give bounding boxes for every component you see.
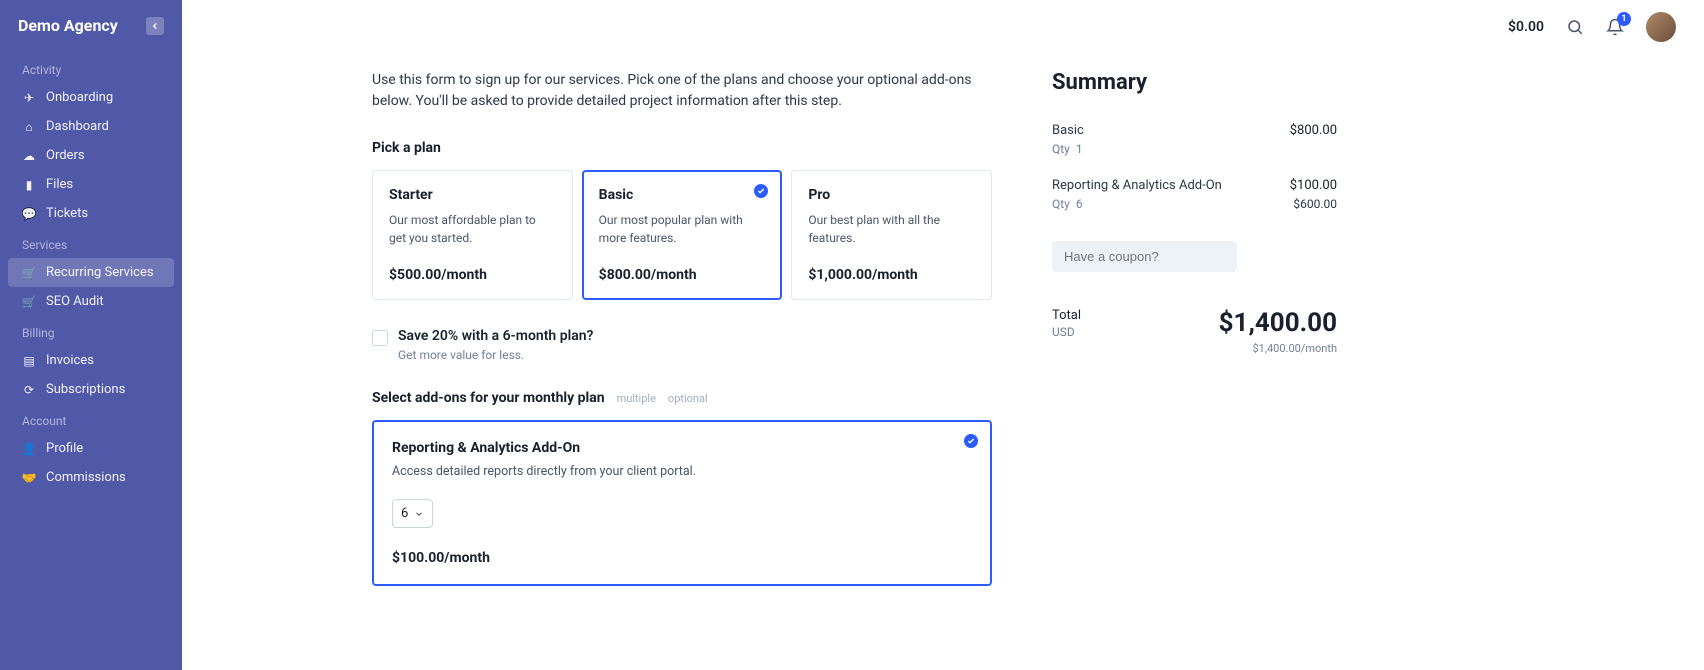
plan-name: Pro — [808, 187, 975, 203]
plan-name: Starter — [389, 187, 556, 203]
sidebar-item-dashboard[interactable]: ⌂ Dashboard — [8, 112, 174, 141]
chevron-down-icon — [414, 509, 424, 519]
brand: Demo Agency — [18, 16, 118, 35]
sidebar-section-billing: Billing — [8, 316, 174, 346]
sidebar-item-invoices[interactable]: ▤ Invoices — [8, 346, 174, 375]
plan-desc: Our most affordable plan to get you star… — [389, 211, 556, 253]
rocket-icon: ✈ — [22, 91, 36, 105]
sidebar-item-label: Recurring Services — [46, 265, 154, 280]
avatar[interactable] — [1646, 12, 1676, 42]
currency: USD — [1052, 325, 1081, 339]
addon-name: Reporting & Analytics Add-On — [392, 440, 972, 456]
sidebar-item-onboarding[interactable]: ✈ Onboarding — [8, 83, 174, 112]
six-month-label: Save 20% with a 6-month plan? — [398, 328, 593, 344]
total-label: Total — [1052, 308, 1081, 323]
sidebar-item-label: Profile — [46, 441, 83, 456]
sidebar-item-label: Dashboard — [46, 119, 109, 134]
sidebar-item-label: Onboarding — [46, 90, 113, 105]
sidebar-section-services: Services — [8, 228, 174, 258]
collapse-sidebar-button[interactable] — [146, 17, 164, 35]
plan-desc: Our best plan with all the features. — [808, 211, 975, 253]
sidebar-item-tickets[interactable]: 💬 Tickets — [8, 199, 174, 228]
qty-label: Qty — [1052, 197, 1070, 211]
six-month-checkbox[interactable] — [372, 330, 388, 346]
inbox-icon: ☁ — [22, 149, 36, 163]
sidebar-item-subscriptions[interactable]: ⟳ Subscriptions — [8, 375, 174, 404]
coupon-input[interactable] — [1052, 241, 1237, 272]
qty-value: 6 — [1076, 197, 1083, 211]
line-price: $800.00 — [1290, 123, 1337, 138]
addon-qty-select[interactable]: 6 — [392, 499, 433, 528]
refresh-icon: ⟳ — [22, 383, 36, 397]
cart-icon: 🛒 — [22, 266, 36, 280]
addon-card-reporting[interactable]: Reporting & Analytics Add-On Access deta… — [372, 420, 992, 586]
addons-title: Select add-ons for your monthly plan — [372, 390, 605, 406]
search-button[interactable] — [1566, 18, 1584, 36]
sidebar: Demo Agency Activity ✈ Onboarding ⌂ Dashbo… — [0, 0, 182, 670]
tag-multiple: multiple — [617, 392, 656, 405]
sidebar-item-commissions[interactable]: 🤝 Commissions — [8, 463, 174, 492]
plan-card-starter[interactable]: Starter Our most affordable plan to get … — [372, 170, 573, 300]
line-price: $100.00 — [1290, 178, 1337, 193]
sidebar-item-recurring-services[interactable]: 🛒 Recurring Services — [8, 258, 174, 287]
user-icon: 👤 — [22, 442, 36, 456]
sidebar-item-profile[interactable]: 👤 Profile — [8, 434, 174, 463]
notifications-button[interactable]: 1 — [1606, 18, 1624, 36]
sidebar-section-activity: Activity — [8, 53, 174, 83]
home-icon: ⌂ — [22, 120, 36, 134]
addon-price: $100.00/month — [392, 550, 972, 566]
addon-desc: Access detailed reports directly from yo… — [392, 464, 972, 479]
line-subtotal: $600.00 — [1290, 197, 1337, 211]
invoice-icon: ▤ — [22, 354, 36, 368]
chat-icon: 💬 — [22, 207, 36, 221]
six-month-sub: Get more value for less. — [398, 348, 593, 362]
sidebar-item-label: Invoices — [46, 353, 94, 368]
plan-price: $500.00/month — [389, 267, 556, 283]
qty-label: Qty — [1052, 142, 1070, 156]
addon-qty-value: 6 — [401, 506, 408, 521]
check-icon — [754, 184, 768, 198]
balance: $0.00 — [1508, 19, 1544, 35]
plan-price: $1,000.00/month — [808, 267, 975, 283]
summary-line-basic: Basic Qty 1 $800.00 — [1052, 123, 1337, 156]
summary-title: Summary — [1052, 70, 1337, 95]
sidebar-item-label: Files — [46, 177, 73, 192]
plan-card-pro[interactable]: Pro Our best plan with all the features.… — [791, 170, 992, 300]
sidebar-item-label: SEO Audit — [46, 294, 104, 309]
plan-card-basic[interactable]: Basic Our most popular plan with more fe… — [582, 170, 783, 300]
cart-icon: 🛒 — [22, 295, 36, 309]
plan-price: $800.00/month — [599, 267, 766, 283]
sidebar-item-files[interactable]: ▮ Files — [8, 170, 174, 199]
notification-badge: 1 — [1617, 12, 1631, 26]
intro-text: Use this form to sign up for our service… — [372, 70, 992, 112]
check-icon — [964, 434, 978, 448]
header: $0.00 1 — [182, 0, 1704, 54]
plan-desc: Our most popular plan with more features… — [599, 211, 766, 253]
line-name: Reporting & Analytics Add-On — [1052, 178, 1222, 193]
handshake-icon: 🤝 — [22, 471, 36, 485]
tag-optional: optional — [668, 392, 708, 405]
sidebar-item-orders[interactable]: ☁ Orders — [8, 141, 174, 170]
summary-line-addon: Reporting & Analytics Add-On Qty 6 $100.… — [1052, 178, 1337, 211]
pick-plan-title: Pick a plan — [372, 140, 992, 156]
total-sub: $1,400.00/month — [1219, 342, 1337, 355]
sidebar-item-label: Tickets — [46, 206, 88, 221]
qty-value: 1 — [1076, 142, 1083, 156]
sidebar-item-label: Orders — [46, 148, 85, 163]
plan-name: Basic — [599, 187, 766, 203]
sidebar-item-label: Subscriptions — [46, 382, 125, 397]
sidebar-item-seo-audit[interactable]: 🛒 SEO Audit — [8, 287, 174, 316]
total-amount: $1,400.00 — [1219, 308, 1337, 338]
line-name: Basic — [1052, 123, 1084, 138]
sidebar-item-label: Commissions — [46, 470, 126, 485]
sidebar-section-account: Account — [8, 404, 174, 434]
file-icon: ▮ — [22, 178, 36, 192]
